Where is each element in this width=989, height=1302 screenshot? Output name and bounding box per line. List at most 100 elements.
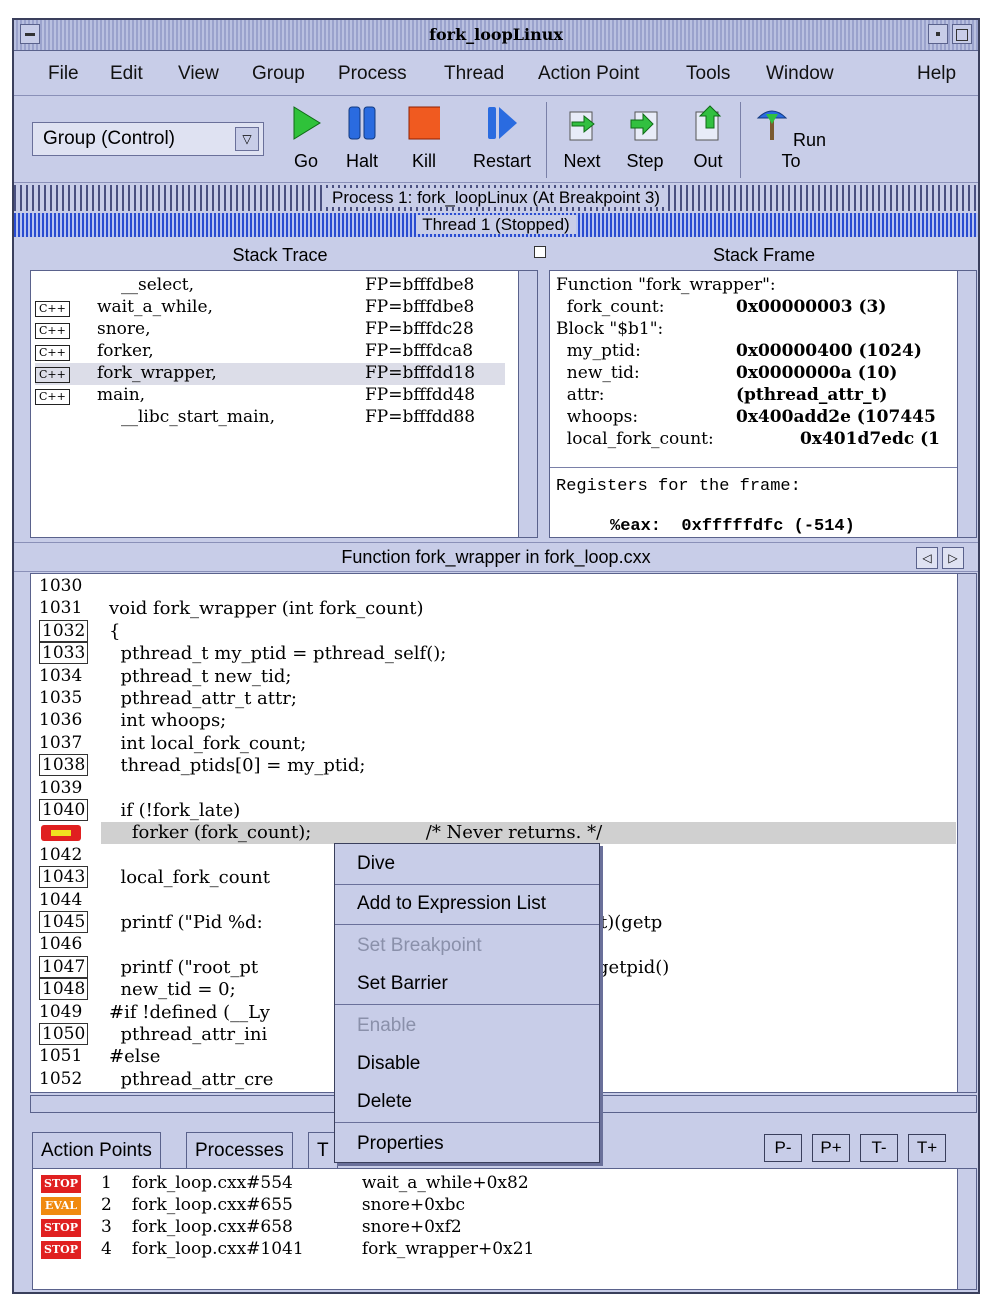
action-point-row[interactable]: STOP 3 fork_loop.cxx#658 snore+0xf2: [41, 1217, 462, 1237]
restart-button[interactable]: Restart: [466, 104, 538, 172]
kill-button[interactable]: Kill: [402, 104, 446, 172]
menu-item-delete[interactable]: Delete: [335, 1084, 599, 1120]
stack-trace-row[interactable]: C++ wait_a_while, FP=bfffdbe8: [35, 297, 505, 319]
out-button[interactable]: Out: [686, 104, 730, 172]
menu-window[interactable]: Window: [766, 63, 834, 85]
line-number[interactable]: 1046: [39, 934, 82, 954]
program-counter-icon[interactable]: [41, 825, 81, 842]
frame-var-label: my_ptid:: [556, 341, 641, 361]
frame-pointer: FP=bfffdbe8: [365, 297, 475, 317]
halt-button[interactable]: Halt: [340, 104, 384, 172]
line-number[interactable]: 1047: [39, 955, 89, 978]
line-number[interactable]: 1038: [39, 754, 89, 777]
line-number[interactable]: 1045: [39, 911, 89, 933]
menu-item-properties[interactable]: Properties: [335, 1126, 599, 1162]
chevron-down-icon: ▽: [235, 127, 259, 151]
frame-var-value[interactable]: 0x400add2e (107445: [736, 407, 936, 427]
frame-pointer: FP=bfffdd48: [365, 385, 476, 405]
line-number[interactable]: 1036: [39, 710, 82, 730]
line-number-text: 1039: [39, 777, 83, 798]
toolbar-divider: [546, 102, 547, 178]
frame-name: forker,: [97, 341, 154, 361]
stack-frame-pane[interactable]: Function "fork_wrapper": fork_count: 0x00…: [549, 270, 977, 538]
menu-item-add-expression[interactable]: Add to Expression List: [335, 886, 599, 922]
run-to-icon: [756, 110, 788, 140]
line-number[interactable]: 1052: [39, 1068, 83, 1089]
frame-var-value[interactable]: 0x00000400 (1024): [736, 341, 922, 361]
line-number-text: 1052: [39, 1068, 83, 1089]
step-button[interactable]: Step: [620, 104, 670, 172]
stack-trace-row[interactable]: C++ snore, FP=bfffdc28: [35, 319, 505, 341]
line-number-text: 1035: [39, 688, 83, 708]
line-number[interactable]: 1031: [39, 598, 82, 618]
line-number-text: 1044: [39, 889, 83, 910]
next-thread-button[interactable]: T+: [908, 1134, 946, 1162]
menu-view[interactable]: View: [178, 63, 219, 85]
source-line: thread_ptids[0] = my_ptid;: [109, 755, 366, 777]
line-number[interactable]: 1039: [39, 777, 83, 798]
line-number[interactable]: 1044: [39, 889, 83, 910]
line-number[interactable]: 1037: [39, 733, 82, 753]
group-select[interactable]: Group (Control) ▽: [32, 122, 264, 156]
action-point-row[interactable]: STOP 4 fork_loop.cxx#1041 fork_wrapper+0x21: [41, 1239, 534, 1259]
menu-group[interactable]: Group: [252, 63, 305, 85]
menu-process[interactable]: Process: [338, 63, 407, 85]
menu-item-dive[interactable]: Dive: [335, 846, 599, 882]
stack-trace-row[interactable]: C++ forker, FP=bfffdca8: [35, 341, 505, 363]
line-number[interactable]: 1035: [39, 688, 83, 708]
stack-frame-scrollbar[interactable]: [957, 271, 976, 537]
back-arrow-icon[interactable]: ◁: [916, 547, 938, 569]
forward-arrow-icon[interactable]: ▷: [942, 547, 964, 569]
line-number-text: 1042: [39, 844, 83, 865]
stack-trace-row[interactable]: C++ main, FP=bfffdd48: [35, 385, 505, 407]
minimize-button[interactable]: [928, 24, 948, 44]
run-to-button[interactable]: Run To: [752, 104, 830, 172]
next-process-button[interactable]: P+: [812, 1134, 850, 1162]
prev-thread-button[interactable]: T-: [860, 1134, 898, 1162]
menu-tools[interactable]: Tools: [686, 63, 730, 85]
menu-file[interactable]: File: [48, 63, 79, 85]
menu-separator: [335, 1122, 599, 1123]
line-number[interactable]: 1048: [39, 978, 89, 1001]
maximize-button[interactable]: [952, 24, 972, 44]
line-number[interactable]: 1042: [39, 844, 83, 865]
line-number[interactable]: 1034: [39, 666, 82, 686]
line-number[interactable]: 1040: [39, 799, 89, 821]
frame-var-value[interactable]: 0x0000000a (10): [736, 363, 897, 383]
line-number[interactable]: 1032: [39, 619, 89, 642]
stack-trace-pane[interactable]: __select, FP=bfffdbe8 C++ wait_a_while, FP=b…: [30, 270, 538, 538]
line-number[interactable]: 1030: [39, 576, 83, 596]
menu-action-point[interactable]: Action Point: [538, 63, 639, 85]
stack-trace-row[interactable]: __select, FP=bfffdbe8: [35, 275, 505, 297]
action-point-row[interactable]: STOP 1 fork_loop.cxx#554 wait_a_while+0x82: [41, 1173, 529, 1193]
frame-var-value[interactable]: (pthread_attr_t): [736, 385, 887, 405]
next-button[interactable]: Next: [558, 104, 606, 172]
tab-processes[interactable]: Processes: [186, 1132, 293, 1169]
menu-thread[interactable]: Thread: [444, 63, 504, 85]
cpp-tag: C++: [35, 345, 70, 361]
action-point-row[interactable]: EVAL 2 fork_loop.cxx#655 snore+0xbc: [41, 1195, 465, 1215]
action-points-pane[interactable]: STOP 1 fork_loop.cxx#554 wait_a_while+0x82 E…: [32, 1168, 977, 1290]
line-number[interactable]: 1049: [39, 1002, 82, 1022]
line-number[interactable]: 1043: [39, 866, 89, 889]
source-vscrollbar[interactable]: [957, 574, 976, 1092]
line-number[interactable]: 1051: [39, 1046, 82, 1066]
eval-badge: EVAL: [41, 1196, 81, 1215]
menu-help[interactable]: Help: [917, 63, 956, 85]
stack-trace-row[interactable]: __libc_start_main, FP=bfffdd88: [35, 407, 505, 429]
stack-trace-scrollbar[interactable]: [518, 271, 537, 537]
line-number[interactable]: 1050: [39, 1023, 89, 1045]
frame-var-value[interactable]: 0x401d7edc (1: [800, 429, 940, 449]
line-number[interactable]: 1033: [39, 642, 89, 665]
menu-edit[interactable]: Edit: [110, 63, 143, 85]
menu-item-set-barrier[interactable]: Set Barrier: [335, 966, 599, 1002]
menu-item-disable[interactable]: Disable: [335, 1046, 599, 1082]
stack-trace-row[interactable]: C++ fork_wrapper, FP=bfffdd18: [35, 363, 505, 385]
pane-sash-handle[interactable]: [534, 246, 546, 258]
line-number-text: 1030: [39, 576, 83, 596]
frame-var-value[interactable]: 0x00000003 (3): [736, 297, 886, 317]
go-button[interactable]: Go: [284, 104, 328, 172]
tab-action-points[interactable]: Action Points: [32, 1132, 161, 1169]
action-points-scrollbar[interactable]: [957, 1169, 976, 1289]
prev-process-button[interactable]: P-: [764, 1134, 802, 1162]
